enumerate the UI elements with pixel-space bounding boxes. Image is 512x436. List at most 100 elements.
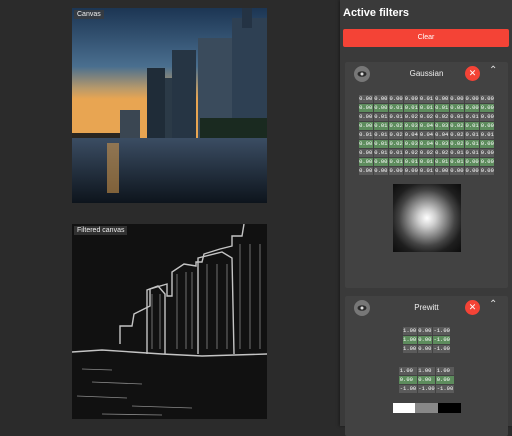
kernel-cell[interactable]: 0.00 bbox=[358, 113, 373, 121]
kernel-cell[interactable]: 0.00 bbox=[404, 95, 419, 103]
kernel-cell[interactable]: 0.00 bbox=[480, 158, 495, 166]
kernel-cell[interactable]: 0.00 bbox=[465, 95, 480, 103]
kernel-cell[interactable]: 0.00 bbox=[388, 95, 404, 103]
close-icon[interactable]: ✕ bbox=[465, 300, 480, 315]
kernel-cell[interactable]: 0.01 bbox=[404, 104, 419, 112]
kernel-cell[interactable]: 1.00 bbox=[402, 327, 417, 335]
kernel-cell[interactable]: 0.04 bbox=[434, 131, 449, 139]
kernel-cell[interactable]: 0.02 bbox=[434, 113, 449, 121]
kernel-cell[interactable]: 0.00 bbox=[358, 122, 373, 130]
kernel-cell[interactable]: 0.00 bbox=[449, 95, 464, 103]
kernel-cell[interactable]: 0.02 bbox=[404, 113, 419, 121]
chevron-up-icon[interactable]: ⌃ bbox=[489, 299, 497, 310]
kernel-cell[interactable]: -1.00 bbox=[417, 385, 436, 393]
kernel-cell[interactable]: 0.00 bbox=[358, 140, 373, 148]
kernel-cell[interactable]: 0.01 bbox=[419, 167, 434, 175]
filtered-canvas[interactable]: Filtered canvas bbox=[72, 224, 267, 419]
kernel-cell[interactable]: 0.02 bbox=[388, 131, 404, 139]
kernel-cell[interactable]: 0.01 bbox=[465, 140, 480, 148]
kernel-cell[interactable]: 0.00 bbox=[388, 167, 404, 175]
kernel-cell[interactable]: 0.03 bbox=[404, 140, 419, 148]
kernel-cell[interactable]: -1.00 bbox=[399, 385, 417, 393]
kernel-cell[interactable]: 0.03 bbox=[434, 140, 449, 148]
kernel-cell[interactable]: 0.00 bbox=[465, 158, 480, 166]
kernel-cell[interactable]: -1.00 bbox=[436, 385, 454, 393]
kernel-cell[interactable]: 0.01 bbox=[465, 131, 480, 139]
kernel-cell[interactable]: 0.00 bbox=[434, 95, 449, 103]
kernel-cell[interactable]: 0.01 bbox=[373, 122, 388, 130]
kernel-cell[interactable]: 0.02 bbox=[419, 149, 434, 157]
kernel-cell[interactable]: 0.00 bbox=[358, 167, 373, 175]
kernel-cell[interactable]: 0.01 bbox=[373, 113, 388, 121]
kernel-cell[interactable]: 0.00 bbox=[465, 167, 480, 175]
kernel-cell[interactable]: 0.02 bbox=[404, 149, 419, 157]
kernel-cell[interactable]: 0.00 bbox=[399, 376, 417, 384]
kernel-cell[interactable]: 0.00 bbox=[480, 95, 495, 103]
kernel-cell[interactable]: 0.04 bbox=[404, 131, 419, 139]
kernel-cell[interactable]: 0.01 bbox=[388, 149, 404, 157]
kernel-cell[interactable]: 0.03 bbox=[404, 122, 419, 130]
kernel-cell[interactable]: 0.01 bbox=[419, 104, 434, 112]
kernel-cell[interactable]: 0.00 bbox=[436, 376, 454, 384]
kernel-cell[interactable]: -1.00 bbox=[432, 345, 451, 353]
kernel-cell[interactable]: 0.00 bbox=[449, 167, 464, 175]
kernel-cell[interactable]: 0.00 bbox=[465, 104, 480, 112]
kernel-cell[interactable]: 0.00 bbox=[417, 336, 432, 344]
kernel-cell[interactable]: 0.00 bbox=[480, 122, 495, 130]
kernel-cell[interactable]: 0.00 bbox=[417, 327, 432, 335]
kernel-cell[interactable]: -1.00 bbox=[432, 327, 451, 335]
kernel-cell[interactable]: 0.04 bbox=[419, 131, 434, 139]
kernel-cell[interactable]: 0.00 bbox=[404, 167, 419, 175]
kernel-cell[interactable]: 0.00 bbox=[417, 376, 436, 384]
kernel-cell[interactable]: 0.00 bbox=[373, 167, 388, 175]
kernel-cell[interactable]: 0.04 bbox=[419, 140, 434, 148]
kernel-cell[interactable]: 0.01 bbox=[434, 104, 449, 112]
kernel-cell[interactable]: 0.01 bbox=[449, 158, 464, 166]
clear-button[interactable]: Clear bbox=[343, 29, 509, 47]
kernel-cell[interactable]: 0.00 bbox=[480, 149, 495, 157]
kernel-cell[interactable]: 0.00 bbox=[434, 167, 449, 175]
kernel-cell[interactable]: 0.01 bbox=[388, 113, 404, 121]
kernel-cell[interactable]: 0.00 bbox=[480, 113, 495, 121]
kernel-cell[interactable]: 0.03 bbox=[434, 122, 449, 130]
kernel-cell[interactable]: -1.00 bbox=[432, 336, 451, 344]
kernel-cell[interactable]: 0.02 bbox=[434, 149, 449, 157]
kernel-cell[interactable]: 0.00 bbox=[373, 104, 388, 112]
kernel-cell[interactable]: 0.01 bbox=[449, 113, 464, 121]
kernel-cell[interactable]: 0.01 bbox=[465, 149, 480, 157]
kernel-cell[interactable]: 0.01 bbox=[465, 122, 480, 130]
kernel-cell[interactable]: 0.01 bbox=[480, 131, 495, 139]
kernel-cell[interactable]: 0.01 bbox=[434, 158, 449, 166]
kernel-cell[interactable]: 0.01 bbox=[388, 158, 404, 166]
close-icon[interactable]: ✕ bbox=[465, 66, 480, 81]
kernel-cell[interactable]: 0.02 bbox=[388, 122, 404, 130]
kernel-cell[interactable]: 0.01 bbox=[404, 158, 419, 166]
kernel-cell[interactable]: 0.01 bbox=[419, 95, 434, 103]
kernel-cell[interactable]: 1.00 bbox=[436, 367, 454, 375]
kernel-cell[interactable]: 0.04 bbox=[419, 122, 434, 130]
kernel-cell[interactable]: 0.01 bbox=[373, 149, 388, 157]
kernel-cell[interactable]: 1.00 bbox=[399, 367, 417, 375]
kernel-cell[interactable]: 0.01 bbox=[373, 140, 388, 148]
kernel-cell[interactable]: 0.01 bbox=[388, 104, 404, 112]
kernel-cell[interactable]: 0.00 bbox=[480, 140, 495, 148]
kernel-cell[interactable]: 0.00 bbox=[480, 167, 495, 175]
kernel-cell[interactable]: 0.00 bbox=[373, 95, 388, 103]
kernel-cell[interactable]: 1.00 bbox=[402, 336, 417, 344]
kernel-cell[interactable]: 0.01 bbox=[419, 158, 434, 166]
kernel-cell[interactable]: 0.02 bbox=[449, 122, 464, 130]
kernel-cell[interactable]: 1.00 bbox=[417, 367, 436, 375]
kernel-cell[interactable]: 0.02 bbox=[419, 113, 434, 121]
chevron-up-icon[interactable]: ⌃ bbox=[489, 65, 497, 76]
kernel-cell[interactable]: 0.00 bbox=[358, 158, 373, 166]
kernel-cell[interactable]: 0.00 bbox=[373, 158, 388, 166]
kernel-cell[interactable]: 1.00 bbox=[402, 345, 417, 353]
kernel-cell[interactable]: 0.02 bbox=[388, 140, 404, 148]
kernel-cell[interactable]: 0.02 bbox=[449, 140, 464, 148]
kernel-cell[interactable]: 0.00 bbox=[417, 345, 432, 353]
kernel-cell[interactable]: 0.00 bbox=[358, 104, 373, 112]
kernel-cell[interactable]: 0.00 bbox=[358, 95, 373, 103]
kernel-cell[interactable]: 0.01 bbox=[449, 104, 464, 112]
kernel-cell[interactable]: 0.00 bbox=[358, 149, 373, 157]
kernel-cell[interactable]: 0.02 bbox=[449, 131, 464, 139]
